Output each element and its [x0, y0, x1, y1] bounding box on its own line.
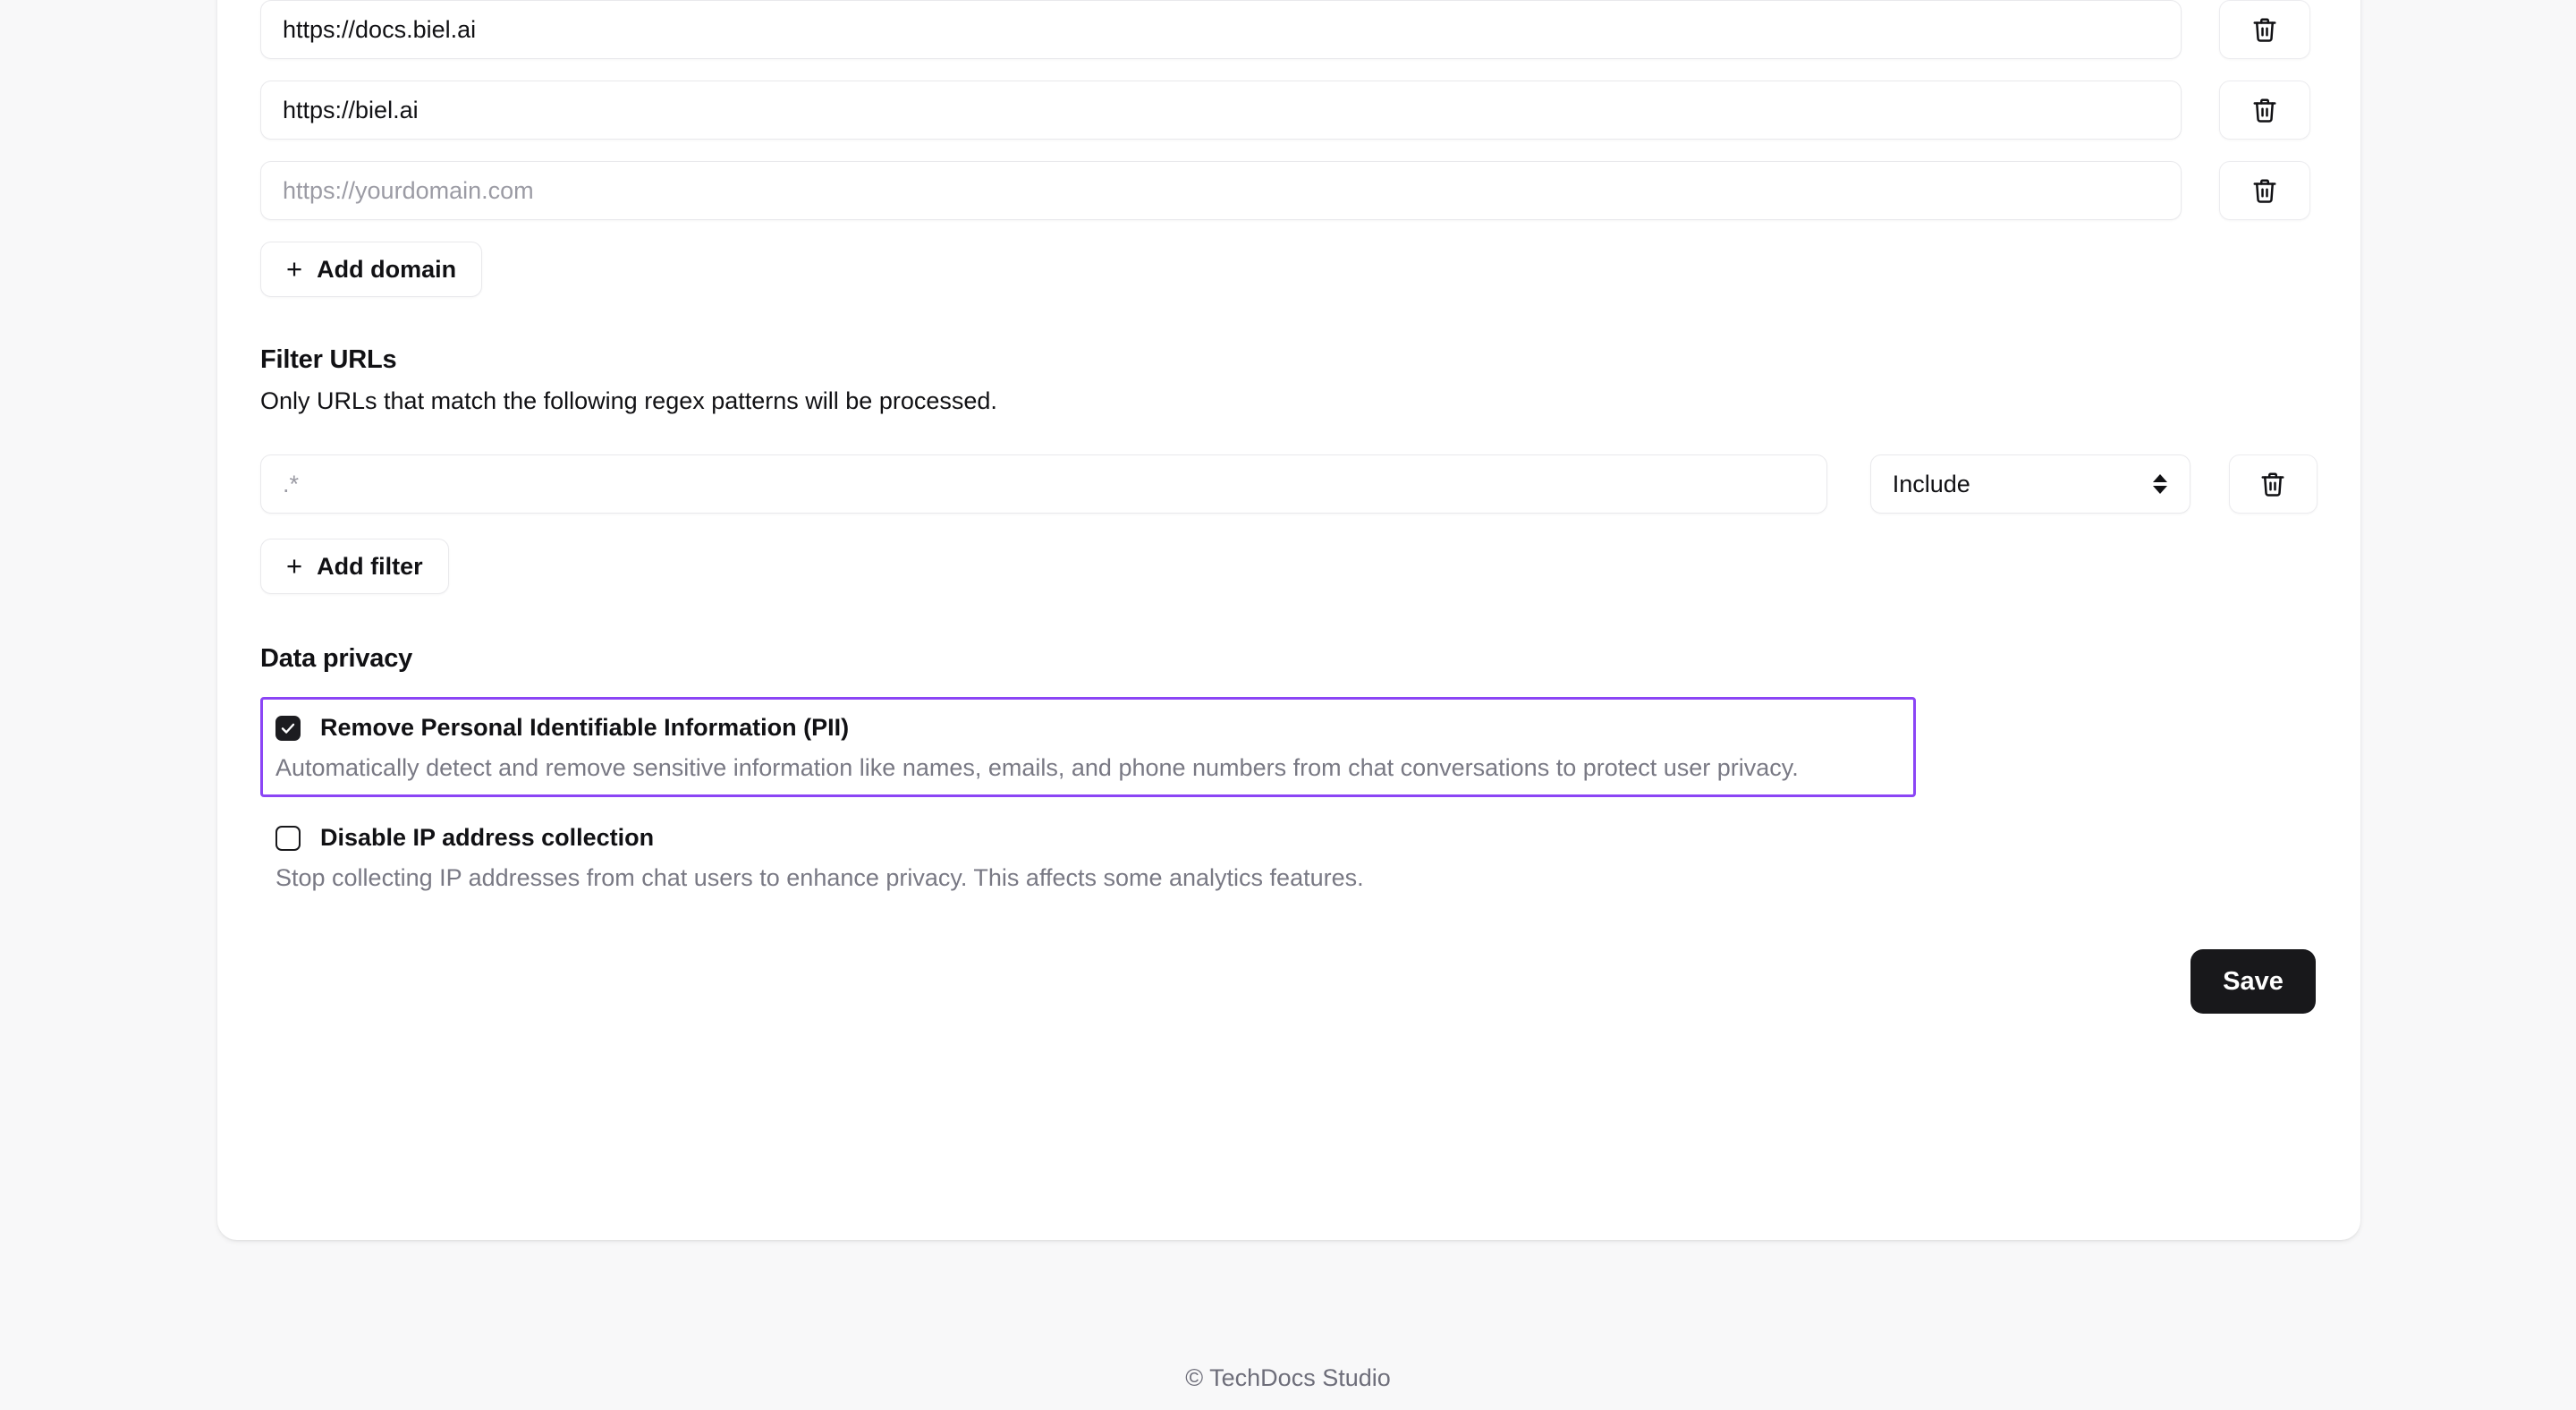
privacy-option-ip-head: Disable IP address collection — [275, 824, 1903, 852]
filter-urls-title: Filter URLs — [260, 345, 397, 374]
add-filter-button[interactable]: + Add filter — [260, 539, 449, 594]
add-domain-row: + Add domain — [260, 242, 2318, 297]
privacy-option-pii-head: Remove Personal Identifiable Information… — [275, 714, 1901, 742]
save-button[interactable]: Save — [2190, 949, 2316, 1014]
domain-row — [260, 0, 2318, 59]
pii-label: Remove Personal Identifiable Information… — [320, 714, 850, 741]
pii-checkbox[interactable] — [275, 715, 301, 741]
trash-icon — [2251, 16, 2278, 43]
delete-domain-button-2[interactable] — [2219, 81, 2310, 140]
add-domain-label: Add domain — [317, 255, 457, 283]
trash-icon — [2251, 177, 2278, 204]
filter-urls-section: Filter URLs Only URLs that match the fol… — [260, 345, 2318, 594]
delete-domain-button-3[interactable] — [2219, 161, 2310, 220]
trash-icon — [2251, 97, 2278, 123]
filter-mode-value: Include — [1892, 470, 1970, 497]
plus-icon: + — [286, 549, 303, 582]
settings-card-content: + Add domain Filter URLs Only URLs that … — [260, 0, 2318, 1014]
pii-description: Automatically detect and remove sensitiv… — [275, 754, 1799, 781]
trash-icon — [2259, 471, 2286, 497]
delete-filter-button[interactable] — [2228, 454, 2318, 514]
add-filter-label: Add filter — [317, 552, 423, 580]
footer: © TechDocs Studio — [0, 1364, 2576, 1392]
domain-row — [260, 161, 2318, 220]
privacy-option-ip[interactable]: Disable IP address collection Stop colle… — [260, 810, 1916, 905]
settings-card: + Add domain Filter URLs Only URLs that … — [217, 0, 2360, 1240]
add-domain-button[interactable]: + Add domain — [260, 242, 483, 297]
data-privacy-title: Data privacy — [260, 644, 413, 673]
ip-collection-label: Disable IP address collection — [320, 824, 655, 851]
domain-input-2[interactable] — [260, 81, 2182, 140]
filter-row: Include — [260, 454, 2318, 514]
filter-mode-select[interactable]: Include — [1869, 454, 2190, 514]
filter-urls-description: Only URLs that match the following regex… — [260, 387, 997, 414]
delete-domain-button-1[interactable] — [2219, 0, 2310, 59]
settings-page: + Add domain Filter URLs Only URLs that … — [0, 0, 2576, 1410]
ip-collection-description: Stop collecting IP addresses from chat u… — [275, 864, 1364, 891]
domain-row — [260, 81, 2318, 140]
footer-copyright: © TechDocs Studio — [1185, 1364, 1391, 1391]
filter-pattern-input[interactable] — [260, 454, 1827, 514]
domain-input-1[interactable] — [260, 0, 2182, 59]
domain-input-3[interactable] — [260, 161, 2182, 220]
privacy-option-pii[interactable]: Remove Personal Identifiable Information… — [260, 697, 1916, 797]
save-row: Save — [260, 949, 2318, 1014]
data-privacy-section: Data privacy Remove Personal Identifiabl… — [260, 644, 2318, 905]
ip-collection-checkbox[interactable] — [275, 825, 301, 851]
add-filter-row: + Add filter — [260, 539, 2318, 594]
plus-icon: + — [286, 252, 303, 285]
filter-mode-select-wrap: Include — [1869, 454, 2190, 514]
